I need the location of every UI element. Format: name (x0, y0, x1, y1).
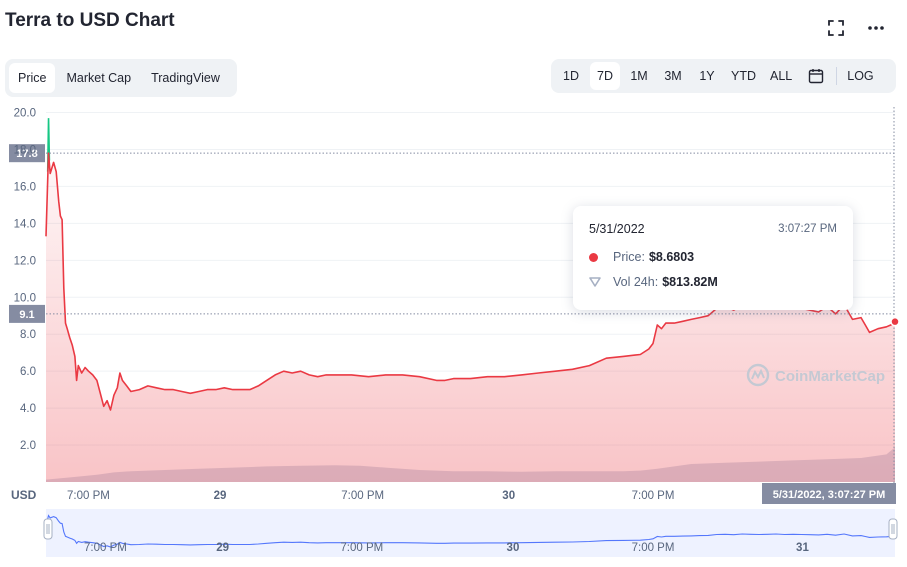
y-tick-label: 4.0 (20, 403, 36, 415)
calendar-icon[interactable] (801, 62, 831, 90)
chart-type-tabs: Price Market Cap TradingView (5, 59, 237, 97)
more-icon[interactable] (866, 18, 886, 38)
tooltip-volume-label: Vol 24h: (613, 275, 659, 289)
tooltip-date: 5/31/2022 (589, 222, 645, 236)
range-1y[interactable]: 1Y (692, 62, 722, 90)
tooltip-price-value: $8.6803 (648, 250, 695, 264)
hover-point (890, 316, 900, 327)
x-tick-label: 29 (214, 490, 227, 502)
navigator-tick-label: 7:00 PM (84, 542, 127, 554)
tab-price[interactable]: Price (9, 63, 56, 93)
price-dot-icon (589, 252, 598, 262)
crosshair-label: 5/31/2022, 3:07:27 PM (773, 489, 886, 501)
navigator-handle[interactable] (888, 518, 898, 540)
tab-tradingview[interactable]: TradingView (142, 63, 229, 93)
y-unit-label: USD (11, 488, 37, 502)
range-all[interactable]: ALL (765, 62, 797, 90)
navigator-tick-label: 29 (216, 542, 229, 554)
y-tick-label: 20.0 (14, 108, 36, 120)
y-tick-label: 2.0 (20, 440, 36, 452)
range-3m[interactable]: 3M (658, 62, 688, 90)
range-1m[interactable]: 1M (624, 62, 654, 90)
navigator-tick-label: 31 (796, 542, 809, 554)
navigator-tick-label: 30 (507, 542, 520, 554)
y-tick-label: 14.0 (14, 218, 36, 230)
price-area (46, 153, 895, 482)
y-tick-label: 12.0 (14, 255, 36, 267)
y-tick-label: 10.0 (14, 292, 36, 304)
price-tag-label: 9.1 (19, 309, 34, 321)
navigator[interactable]: 7:00 PM 29 7:00 PM 30 7:00 PM 31 (43, 509, 898, 557)
price-chart[interactable]: 17.89.1 2.04.06.08.010.012.014.016.018.0… (0, 100, 907, 567)
log-scale-toggle[interactable]: LOG (842, 62, 878, 90)
range-7d[interactable]: 7D (590, 62, 620, 90)
chart-title: Terra to USD Chart (5, 10, 175, 31)
range-ytd[interactable]: YTD (726, 62, 761, 90)
x-tick-label: 30 (502, 490, 515, 502)
navigator-tick-label: 7:00 PM (340, 542, 383, 554)
watermark-text: CoinMarketCap (775, 368, 885, 385)
navigator-tick-label: 7:00 PM (632, 542, 675, 554)
tooltip-volume-value: $813.82M (662, 275, 718, 289)
y-tick-label: 6.0 (20, 366, 36, 378)
x-tick-label: 7:00 PM (341, 490, 384, 502)
x-axis: USD 7:00 PM 29 7:00 PM 30 7:00 PM 5/31/2022, 3… (11, 483, 896, 504)
range-1d[interactable]: 1D (556, 62, 586, 90)
navigator-window (46, 509, 895, 557)
fullscreen-icon[interactable] (826, 18, 846, 38)
time-range-selector: 1D 7D 1M 3M 1Y YTD ALL LOG (551, 59, 896, 93)
y-tick-label: 8.0 (20, 329, 36, 341)
x-tick-label: 7:00 PM (632, 490, 675, 502)
x-tick-label: 7:00 PM (67, 490, 110, 502)
navigator-handle[interactable] (43, 518, 53, 540)
tab-market-cap[interactable]: Market Cap (57, 63, 140, 93)
y-tick-label: 18.0 (14, 144, 36, 156)
volume-icon (589, 277, 601, 287)
y-tick-label: 16.0 (14, 181, 36, 193)
tooltip-time: 3:07:27 PM (778, 223, 837, 235)
tooltip-price-label: Price: (613, 250, 645, 264)
price-tooltip: 5/31/2022 3:07:27 PM Price: $8.6803 Vol … (573, 206, 853, 310)
range-divider (836, 67, 838, 85)
